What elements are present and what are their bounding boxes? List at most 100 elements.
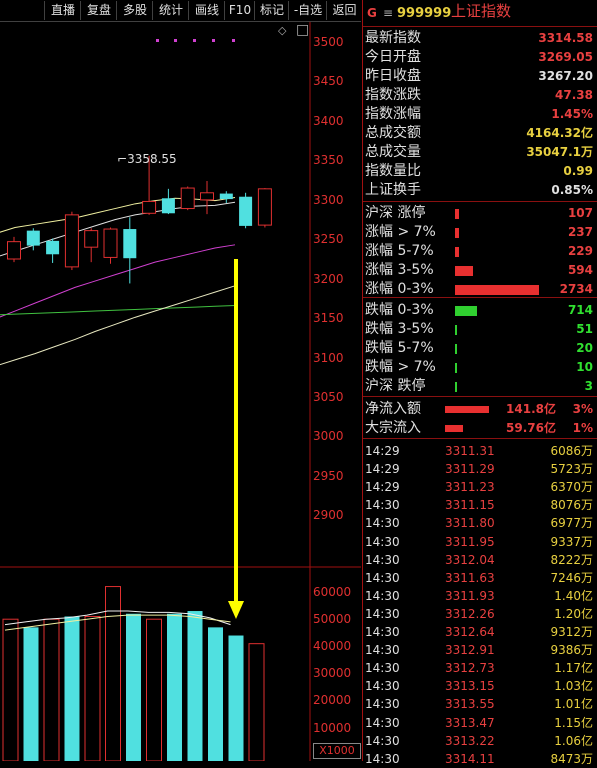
stat-value: 0.99 <box>563 164 593 178</box>
price-axis-label: 2900 <box>313 508 344 522</box>
breadth-count: 20 <box>576 341 593 355</box>
tick-price: 3312.64 <box>445 625 495 639</box>
down-breadth-row: 跌幅 > 7% 10 <box>363 358 597 377</box>
volume-axis-label: 20000 <box>313 693 352 707</box>
volume-bar <box>64 616 80 761</box>
flow-label: 大宗流入 <box>365 420 421 436</box>
candle-body <box>142 200 157 214</box>
tick-time: 14:30 <box>365 588 400 603</box>
stat-row: 上证换手 0.85% <box>363 181 597 200</box>
candle-body <box>7 241 21 260</box>
breadth-label: 沪深 涨停 <box>365 205 426 221</box>
tick-price: 3312.91 <box>445 643 495 658</box>
stat-label: 指数涨幅 <box>365 106 421 122</box>
diamond-icon[interactable]: ◇ <box>278 24 286 37</box>
tick-volume: 7246万 <box>550 570 593 585</box>
stat-value: 47.38 <box>555 88 593 102</box>
price-axis-label: 3300 <box>313 193 344 207</box>
tick-price: 3312.04 <box>445 552 495 567</box>
stat-label: 上证换手 <box>365 182 421 198</box>
marker-dot <box>156 39 159 42</box>
price-axis-label: 3200 <box>313 272 344 286</box>
breadth-label: 跌幅 > 7% <box>365 359 436 375</box>
f10-button[interactable]: F10 <box>224 1 255 20</box>
tick-price: 3311.63 <box>445 570 495 585</box>
flow-pct: 3% <box>572 402 593 416</box>
stat-label: 指数涨跌 <box>365 87 421 103</box>
menu-icon[interactable]: ≡ <box>383 4 393 23</box>
volume-bar <box>248 643 265 761</box>
breadth-bar <box>455 363 457 373</box>
high-price-marker: ⌐3358.55 <box>117 152 177 166</box>
draw-line-button[interactable]: 画线 <box>188 1 225 20</box>
tick-volume: 1.06亿 <box>554 733 593 748</box>
breadth-label: 沪深 跌停 <box>365 378 426 394</box>
flow-bar <box>445 406 489 413</box>
breadth-label: 涨幅 3-5% <box>365 262 434 278</box>
tick-row: 14:29 3311.23 6370万 <box>363 478 597 496</box>
marker-dot <box>174 39 177 42</box>
stat-label: 昨日收盘 <box>365 68 421 84</box>
flow-value: 59.76亿 <box>506 421 556 435</box>
stat-label: 最新指数 <box>365 30 421 46</box>
breadth-bar <box>455 285 539 295</box>
back-button[interactable]: 返回 <box>326 1 362 20</box>
candle-body <box>46 240 60 255</box>
tick-volume: 5723万 <box>550 462 593 477</box>
replay-button[interactable]: 复盘 <box>80 1 117 20</box>
mark-button[interactable]: 标记 <box>254 1 289 20</box>
volume-bar <box>146 618 162 761</box>
tick-row: 14:30 3312.64 9312万 <box>363 623 597 641</box>
volume-bar <box>23 627 39 761</box>
down-breadth-row: 跌幅 3-5% 51 <box>363 320 597 339</box>
quote-header: G ≡ 999999 上证指数 <box>363 2 597 24</box>
price-axis-label: 2950 <box>313 469 344 483</box>
flow-value: 141.8亿 <box>506 402 556 416</box>
tick-price: 3313.15 <box>445 679 495 694</box>
group-prefix: G <box>367 6 377 20</box>
tick-price: 3313.55 <box>445 697 495 712</box>
stat-row: 指数涨跌 47.38 <box>363 86 597 105</box>
tick-price: 3311.80 <box>445 516 495 531</box>
remove-favorite-button[interactable]: -自选 <box>288 1 327 20</box>
stat-value: 3269.05 <box>538 50 593 64</box>
stat-row: 最新指数 3314.58 <box>363 29 597 48</box>
marker-dot <box>232 39 235 42</box>
live-button[interactable]: 直播 <box>44 1 81 20</box>
down-breadth-row: 跌幅 5-7% 20 <box>363 339 597 358</box>
up-breadth-row: 沪深 涨停 107 <box>363 204 597 223</box>
tick-time: 14:30 <box>365 516 400 531</box>
volume-bar <box>126 613 141 761</box>
stat-label: 今日开盘 <box>365 49 421 65</box>
volume-axis-label: 40000 <box>313 639 352 653</box>
fund-flow-row: 大宗流入 59.76亿 1% <box>363 419 597 438</box>
tick-row: 14:30 3311.93 1.40亿 <box>363 587 597 605</box>
volume-bar <box>208 627 223 761</box>
kline-chart[interactable]: 3500 3450 3400 3350 3300 3250 3200 3150 … <box>0 22 361 761</box>
multi-stock-button[interactable]: 多股 <box>116 1 153 20</box>
flow-label: 净流入额 <box>365 401 421 417</box>
volume-bar <box>2 618 19 761</box>
price-axis-label: 3050 <box>313 390 344 404</box>
statistics-button[interactable]: 统计 <box>152 1 189 20</box>
tick-volume: 6977万 <box>550 516 593 531</box>
tick-volume: 1.20亿 <box>554 606 593 621</box>
divider <box>363 26 597 27</box>
tick-volume: 9312万 <box>550 625 593 639</box>
candle-body <box>64 214 79 268</box>
tick-volume: 6086万 <box>550 444 593 458</box>
breadth-label: 跌幅 5-7% <box>365 340 434 356</box>
stat-label: 总成交额 <box>365 125 421 141</box>
price-axis-label: 3250 <box>313 232 344 246</box>
tick-row: 14:30 3311.63 7246万 <box>363 569 597 587</box>
stat-label: 指数量比 <box>365 163 421 179</box>
breadth-bar <box>455 266 474 276</box>
tick-time: 14:29 <box>365 480 400 495</box>
tick-price: 3311.29 <box>445 462 495 477</box>
breadth-label: 跌幅 0-3% <box>365 302 434 318</box>
volume-bar <box>228 635 244 761</box>
tick-volume: 1.17亿 <box>554 661 593 676</box>
zoom-fit-icon[interactable]: □ <box>296 22 309 38</box>
volume-bar <box>43 618 60 761</box>
breadth-bar <box>455 209 459 219</box>
